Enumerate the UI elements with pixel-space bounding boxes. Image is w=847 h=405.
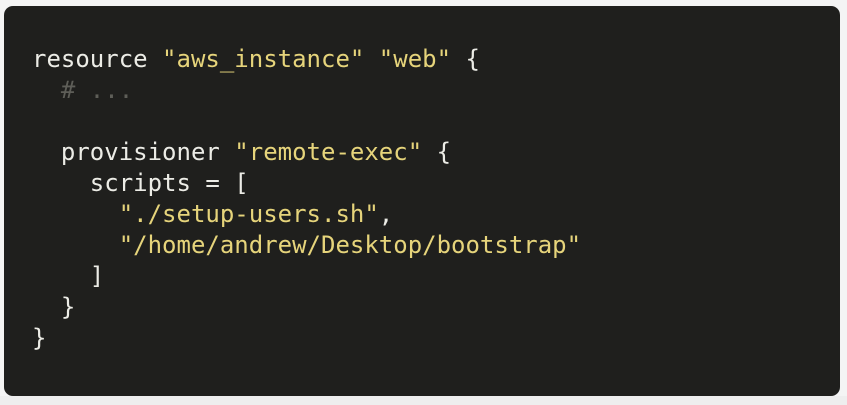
code-token-plain: scripts = [	[32, 169, 249, 197]
code-line: }	[32, 323, 581, 354]
code-token-plain: }	[32, 324, 47, 352]
code-block[interactable]: resource "aws_instance" "web" { # ... pr…	[4, 6, 840, 396]
code-token-comment: # ...	[32, 76, 134, 104]
code-lines: resource "aws_instance" "web" { # ... pr…	[32, 44, 581, 354]
code-token-plain: {	[422, 138, 452, 166]
code-token-plain: {	[451, 45, 480, 73]
code-line: # ...	[32, 75, 581, 106]
code-line: provisioner "remote-exec" {	[32, 137, 581, 168]
code-line: }	[32, 292, 581, 323]
code-token-plain: provisioner	[32, 138, 235, 166]
code-line: "./setup-users.sh",	[32, 199, 581, 230]
code-token-string: "remote-exec"	[234, 138, 423, 166]
code-token-plain: ]	[32, 262, 105, 290]
code-token-string: "aws_instance"	[162, 45, 365, 73]
code-token-string: "./setup-users.sh"	[118, 200, 379, 228]
page: resource "aws_instance" "web" { # ... pr…	[0, 0, 847, 405]
code-token-plain: }	[32, 293, 76, 321]
code-token-string: "web"	[378, 45, 452, 73]
code-line: "/home/andrew/Desktop/bootstrap"	[32, 230, 581, 261]
code-line: resource "aws_instance" "web" {	[32, 44, 581, 75]
code-line: scripts = [	[32, 168, 581, 199]
code-token-plain: resource	[32, 45, 163, 73]
code-line: ]	[32, 261, 581, 292]
code-token-plain: ,	[378, 200, 394, 228]
code-token-string: "/home/andrew/Desktop/bootstrap"	[118, 231, 582, 259]
page-bottom-strip	[0, 396, 847, 405]
